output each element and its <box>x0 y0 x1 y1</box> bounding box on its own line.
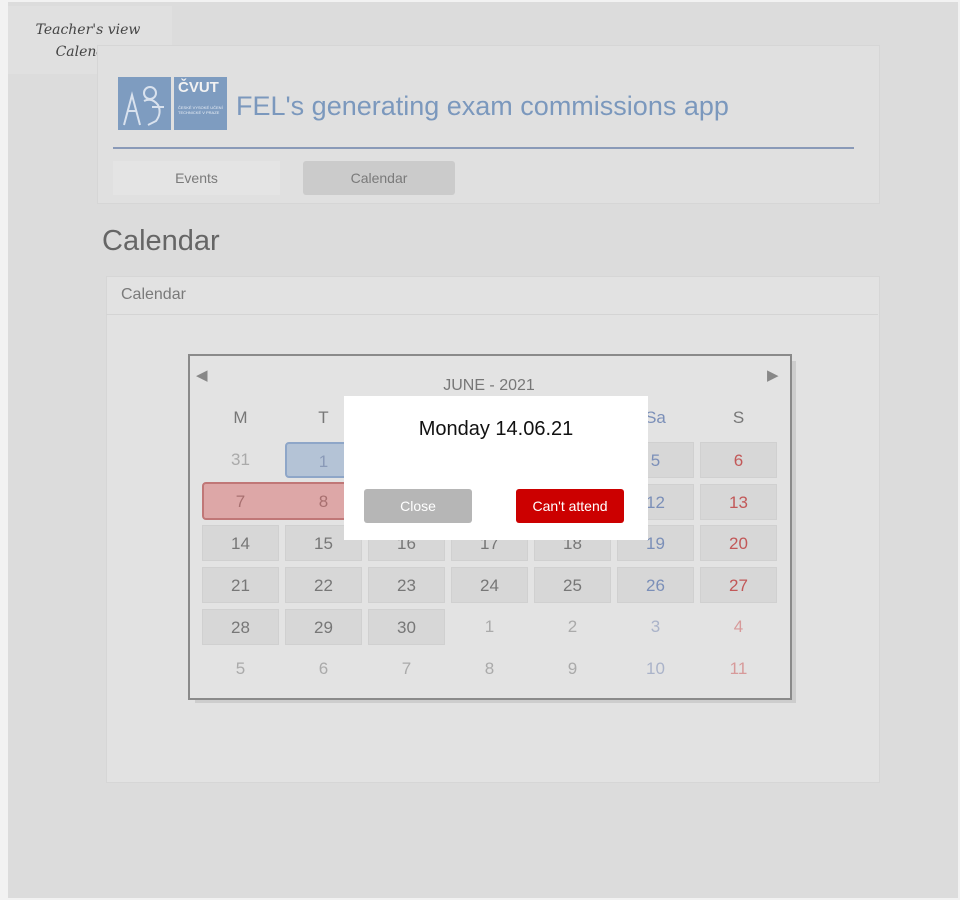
day-cell[interactable]: 25 <box>534 567 611 603</box>
annotation-line-1: Teacher's view <box>35 22 141 38</box>
day-cell[interactable]: 5 <box>202 651 279 687</box>
cant-attend-button[interactable]: Can't attend <box>516 489 624 523</box>
day-cell[interactable]: 24 <box>451 567 528 603</box>
day-cell[interactable]: 21 <box>202 567 279 603</box>
page-title: Calendar <box>102 225 220 257</box>
day-cell[interactable]: 9 <box>534 651 611 687</box>
day-cell[interactable]: 30 <box>368 609 445 645</box>
calendar-card-title: Calendar <box>121 286 186 303</box>
day-cell[interactable]: 6 <box>700 442 777 478</box>
day-cell[interactable]: 31 <box>202 442 279 478</box>
modal-title: Monday 14.06.21 <box>418 418 574 440</box>
day-cell[interactable]: 27 <box>700 567 777 603</box>
day-cell[interactable]: 6 <box>285 651 362 687</box>
day-cell[interactable]: 4 <box>700 609 777 645</box>
lion-emblem-icon <box>118 77 171 130</box>
calendar-card-header <box>106 276 878 315</box>
tab-events[interactable]: Events <box>113 161 280 195</box>
day-cell[interactable]: 29 <box>285 609 362 645</box>
logo-subtext: ČESKÉ VYSOKÉ UČENÍ TECHNICKÉ V PRAZE <box>178 105 223 115</box>
next-month-arrow-icon[interactable]: ▶ <box>767 366 779 384</box>
day-cell[interactable]: 10 <box>617 651 694 687</box>
day-cell[interactable]: 8 <box>451 651 528 687</box>
day-cell[interactable]: 23 <box>368 567 445 603</box>
cvut-logo: ČVUT ČESKÉ VYSOKÉ UČENÍ TECHNICKÉ V PRAZ… <box>118 77 227 130</box>
month-label: JUNE - 2021 <box>443 377 535 394</box>
day-cell[interactable]: 7 <box>368 651 445 687</box>
app-title: FEL's generating exam commissions app <box>236 91 729 121</box>
day-cell[interactable]: 20 <box>700 525 777 561</box>
day-cell[interactable]: 1 <box>451 609 528 645</box>
day-cell[interactable]: 14 <box>202 525 279 561</box>
day-cell[interactable]: 11 <box>700 651 777 687</box>
day-cell[interactable]: 2 <box>534 609 611 645</box>
weekday-label: S <box>732 408 745 427</box>
prev-month-arrow-icon[interactable]: ◀ <box>196 366 208 384</box>
day-cell[interactable]: 7 <box>202 484 279 520</box>
weekday-label: M <box>233 408 248 427</box>
day-cell[interactable]: 13 <box>700 484 777 520</box>
day-cell[interactable]: 26 <box>617 567 694 603</box>
tab-calendar[interactable]: Calendar <box>303 161 455 195</box>
day-cell[interactable]: 3 <box>617 609 694 645</box>
title-divider <box>113 147 854 149</box>
close-button[interactable]: Close <box>364 489 472 523</box>
logo-cvut-text: ČVUT <box>178 79 219 96</box>
day-cell[interactable]: 28 <box>202 609 279 645</box>
day-cell[interactable]: 22 <box>285 567 362 603</box>
